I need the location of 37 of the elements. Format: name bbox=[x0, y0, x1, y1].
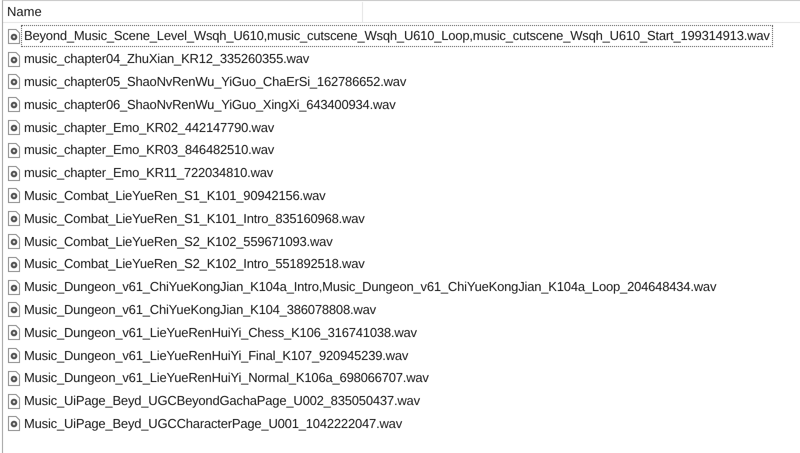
file-name[interactable]: Music_UiPage_Beyd_UGCCharacterPage_U001_1042222047.wav bbox=[22, 414, 404, 434]
file-name[interactable]: Music_Dungeon_v61_LieYueRenHuiYi_Chess_K106_316741038.wav bbox=[22, 322, 419, 343]
file-name[interactable]: music_chapter_Emo_KR02_442147790.wav bbox=[22, 118, 276, 138]
audio-file-icon bbox=[8, 52, 20, 67]
audio-file-icon bbox=[8, 302, 20, 318]
audio-file-icon bbox=[8, 97, 20, 112]
file-name[interactable]: Music_Combat_LieYueRen_S2_K102_Intro_551892518.wav bbox=[22, 254, 367, 274]
audio-file-icon bbox=[8, 188, 20, 204]
file-name[interactable]: Music_Dungeon_v61_ChiYueKongJian_K104_386078808.wav bbox=[22, 300, 378, 320]
audio-file-icon bbox=[8, 120, 20, 136]
file-name[interactable]: music_chapter06_ShaoNvRenWu_YiGuo_XingXi_643400934.wav bbox=[22, 94, 398, 115]
file-name[interactable]: Music_Combat_LieYueRen_S2_K102_559671093.wav bbox=[22, 232, 334, 252]
column-header[interactable]: Name bbox=[3, 2, 363, 22]
audio-file-icon bbox=[8, 234, 20, 250]
file-name[interactable]: Music_Dungeon_v61_LieYueRenHuiYi_Normal_K106a_698066707.wav bbox=[22, 368, 431, 388]
audio-file-icon bbox=[8, 142, 20, 158]
audio-file-icon bbox=[8, 370, 20, 386]
file-name[interactable]: Music_UiPage_Beyd_UGCBeyondGachaPage_U002_835050437.wav bbox=[22, 391, 422, 412]
audio-file-icon bbox=[8, 28, 20, 44]
audio-file-icon bbox=[8, 280, 20, 295]
file-name[interactable]: music_chapter_Emo_KR03_846482510.wav bbox=[22, 140, 276, 160]
audio-file-icon bbox=[8, 325, 20, 340]
file-name[interactable]: Music_Dungeon_v61_ChiYueKongJian_K104a_Intro,Music_Dungeon_v61_ChiYueKongJian_K104a_Loop_204648434.wav bbox=[22, 277, 718, 298]
audio-file-icon bbox=[8, 348, 20, 364]
file-name[interactable]: Beyond_Music_Scene_Level_Wsqh_U610,music_cutscene_Wsqh_U610_Loop,music_cutscene_Wsqh_U610_Start_199314913.wav bbox=[22, 26, 772, 46]
audio-file-icon bbox=[8, 394, 20, 409]
file-name[interactable]: Music_Combat_LieYueRen_S1_K101_Intro_835160968.wav bbox=[22, 208, 367, 229]
file-name[interactable]: Music_Combat_LieYueRen_S1_K101_90942156.wav bbox=[22, 186, 328, 206]
audio-file-icon bbox=[8, 256, 20, 272]
file-name[interactable]: music_chapter04_ZhuXian_KR12_335260355.wav bbox=[22, 49, 312, 70]
audio-file-icon bbox=[8, 416, 20, 432]
audio-file-icon bbox=[8, 166, 20, 181]
file-name[interactable]: music_chapter_Emo_KR11_722034810.wav bbox=[22, 163, 276, 184]
file-name[interactable]: Music_Dungeon_v61_LieYueRenHuiYi_Final_K107_920945239.wav bbox=[22, 346, 410, 366]
audio-file-icon bbox=[8, 74, 20, 90]
audio-file-icon bbox=[8, 211, 20, 226]
file-name[interactable]: music_chapter05_ShaoNvRenWu_YiGuo_ChaErSi_162786652.wav bbox=[22, 72, 408, 92]
